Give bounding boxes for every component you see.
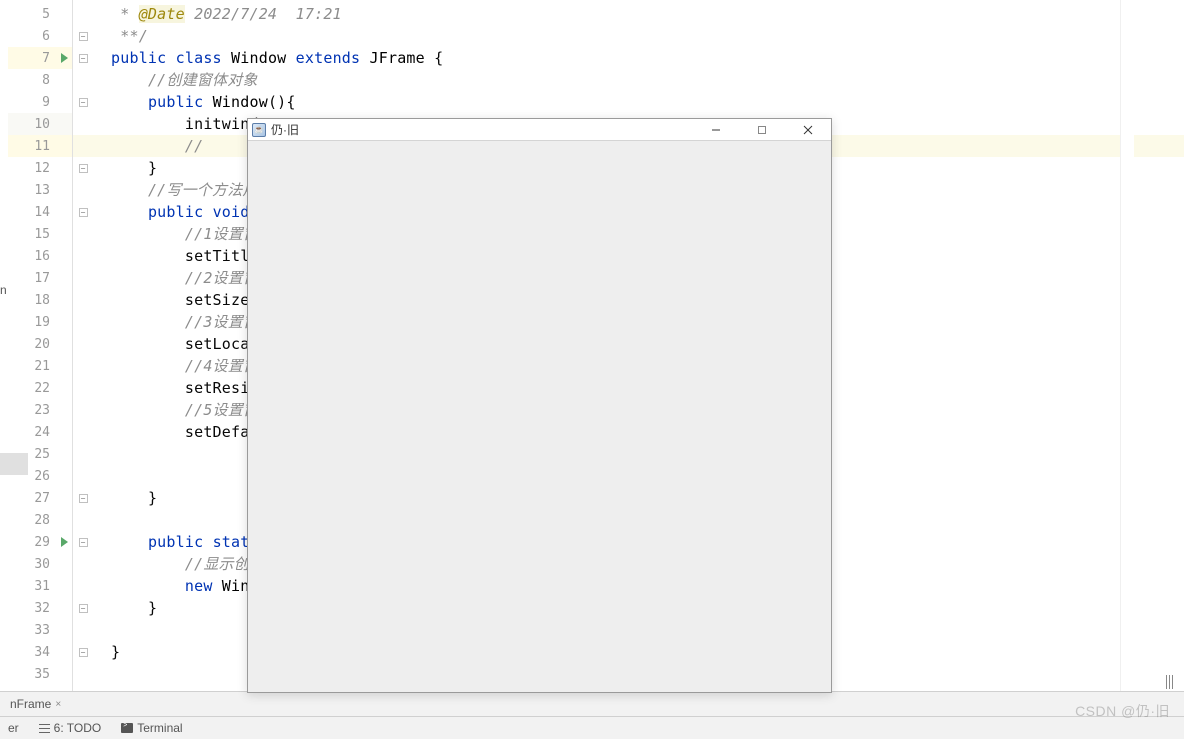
line-number[interactable]: 5 <box>8 3 72 25</box>
jframe-content[interactable] <box>248 141 831 692</box>
line-number[interactable]: 20 <box>8 333 72 355</box>
line-number[interactable]: 33 <box>8 619 72 641</box>
terminal-icon <box>121 723 133 733</box>
code-line[interactable]: public class Window extends JFrame { <box>73 47 1184 69</box>
line-number[interactable]: 21 <box>8 355 72 377</box>
editor-scrollbar-strip[interactable] <box>1120 0 1134 691</box>
run-gutter-icon[interactable] <box>61 53 68 63</box>
line-number[interactable]: 16 <box>8 245 72 267</box>
left-selection-block <box>0 453 28 475</box>
line-number[interactable]: 7 <box>8 47 72 69</box>
line-number[interactable]: 34 <box>8 641 72 663</box>
maximize-icon <box>757 125 767 135</box>
line-number[interactable]: 27 <box>8 487 72 509</box>
line-number[interactable]: 8 <box>8 69 72 91</box>
tool-windows-bar: er 6: TODO Terminal <box>0 716 1184 739</box>
editor-tab-label: nFrame <box>10 697 51 711</box>
line-number[interactable]: 14 <box>8 201 72 223</box>
java-icon: ☕ <box>252 123 266 137</box>
editor-left-margin <box>0 0 8 691</box>
tool-item-er[interactable]: er <box>4 721 23 735</box>
run-gutter-icon[interactable] <box>61 537 68 547</box>
line-number[interactable]: 23 <box>8 399 72 421</box>
close-icon[interactable]: × <box>55 699 61 710</box>
close-icon <box>803 125 813 135</box>
split-icon[interactable] <box>1166 675 1178 689</box>
jframe-window[interactable]: ☕ 仍·旧 <box>247 118 832 693</box>
code-line[interactable]: **/ <box>73 25 1184 47</box>
line-number[interactable]: 12 <box>8 157 72 179</box>
line-number[interactable]: 22 <box>8 377 72 399</box>
line-number[interactable]: 30 <box>8 553 72 575</box>
editor-tab-nframe[interactable]: nFrame × <box>4 694 67 714</box>
close-button[interactable] <box>785 119 831 140</box>
tool-item-terminal[interactable]: Terminal <box>117 721 186 735</box>
line-number[interactable]: 19 <box>8 311 72 333</box>
tool-item-label: Terminal <box>137 721 182 735</box>
left-chip: n <box>0 283 7 297</box>
jframe-title: 仍·旧 <box>271 121 299 138</box>
watermark: CSDN @仍·旧 <box>1075 701 1170 721</box>
todo-icon <box>39 724 50 733</box>
maximize-button[interactable] <box>739 119 785 140</box>
tool-item-label: er <box>8 721 19 735</box>
line-number[interactable]: 6 <box>8 25 72 47</box>
line-number[interactable]: 29 <box>8 531 72 553</box>
jframe-titlebar[interactable]: ☕ 仍·旧 <box>248 119 831 141</box>
line-number[interactable]: 17 <box>8 267 72 289</box>
line-number[interactable]: 10 <box>8 113 72 135</box>
code-line[interactable]: public Window(){ <box>73 91 1184 113</box>
line-number[interactable]: 31 <box>8 575 72 597</box>
tool-item-todo[interactable]: 6: TODO <box>35 721 106 735</box>
jframe-window-buttons <box>693 119 831 140</box>
line-number[interactable]: 13 <box>8 179 72 201</box>
line-number[interactable]: 18 <box>8 289 72 311</box>
minimize-icon <box>711 125 721 135</box>
code-line[interactable]: //创建窗体对象 <box>73 69 1184 91</box>
line-number[interactable]: 9 <box>8 91 72 113</box>
tool-item-label: 6: TODO <box>54 721 102 735</box>
line-number[interactable]: 24 <box>8 421 72 443</box>
line-number-gutter[interactable]: 5678910111213141516171819202122232425262… <box>8 0 73 691</box>
code-line[interactable]: * @Date 2022/7/24 17:21 <box>73 3 1184 25</box>
minimize-button[interactable] <box>693 119 739 140</box>
line-number[interactable]: 15 <box>8 223 72 245</box>
line-number[interactable]: 32 <box>8 597 72 619</box>
line-number[interactable]: 28 <box>8 509 72 531</box>
line-number[interactable]: 11 <box>8 135 72 157</box>
line-number[interactable]: 35 <box>8 663 72 685</box>
editor-tabs-bar: nFrame × <box>0 691 1184 716</box>
